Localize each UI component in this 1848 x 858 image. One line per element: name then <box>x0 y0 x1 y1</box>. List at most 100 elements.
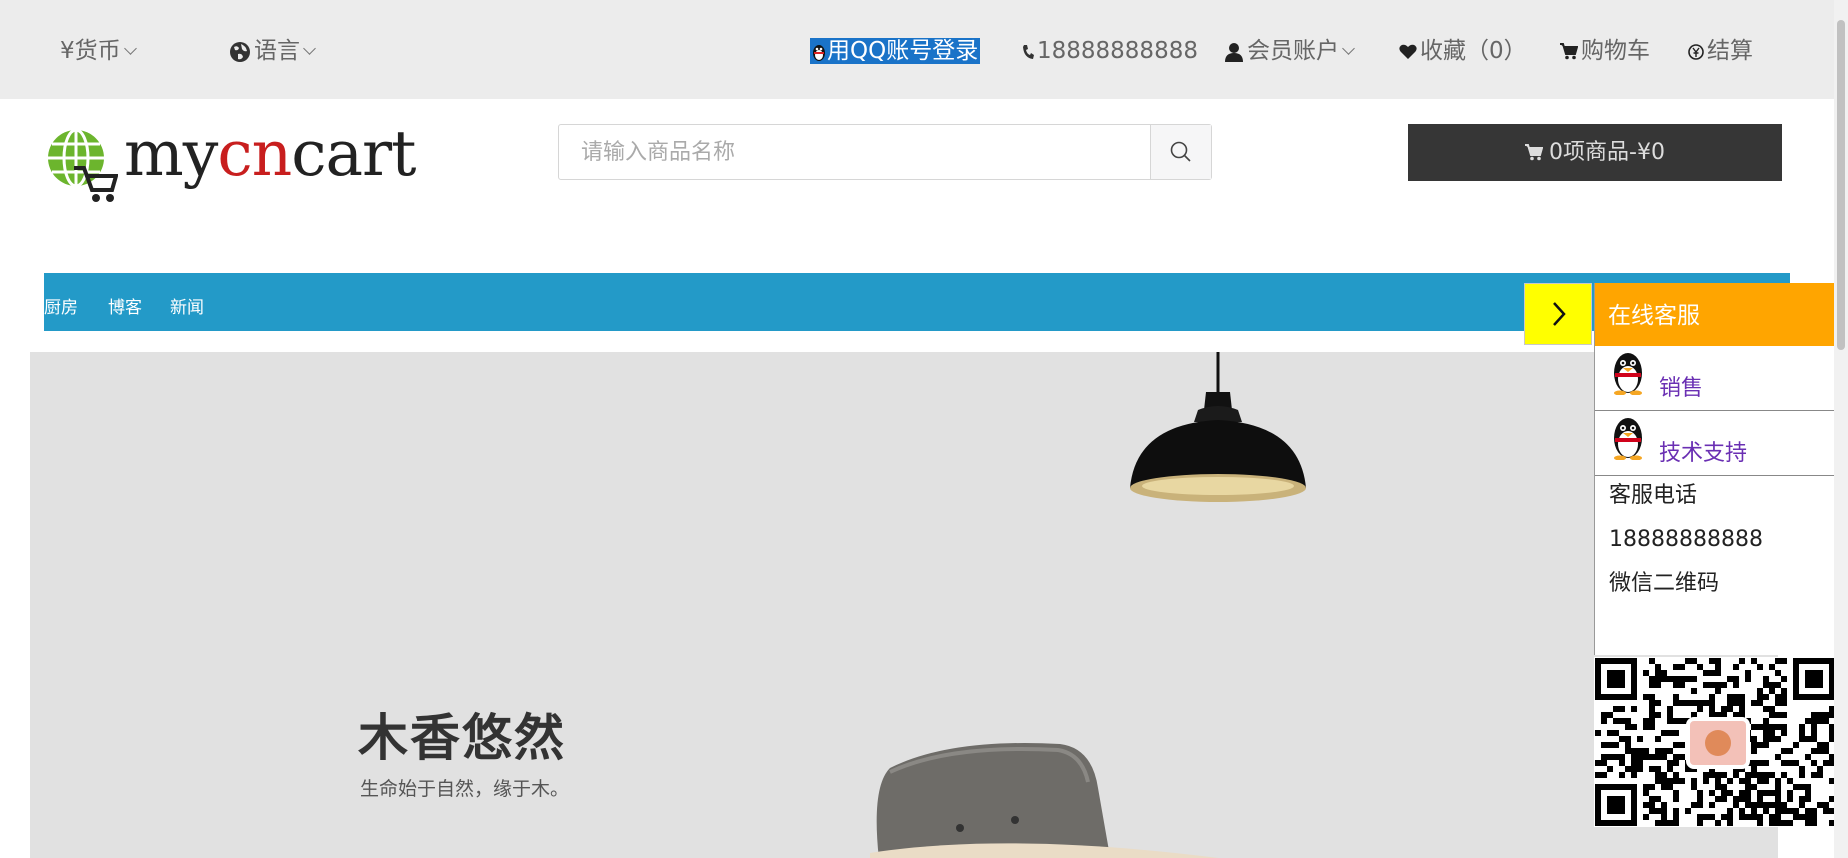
qr-module <box>1769 790 1775 796</box>
qr-module <box>1739 790 1745 796</box>
qr-module <box>1685 808 1691 814</box>
qr-module <box>1661 808 1667 814</box>
search-input[interactable] <box>559 125 1153 179</box>
service-contact-sales[interactable]: 销售 <box>1595 346 1836 411</box>
qr-module <box>1715 796 1721 802</box>
qr-module <box>1607 766 1613 772</box>
qr-module <box>1727 700 1733 706</box>
qr-module <box>1817 772 1823 778</box>
cart-link[interactable]: 购物车 <box>1560 36 1650 66</box>
qr-module <box>1763 730 1769 736</box>
search-button[interactable] <box>1150 125 1211 179</box>
qr-module <box>1811 748 1817 754</box>
qr-module <box>1679 742 1685 748</box>
qr-module <box>1709 694 1715 700</box>
qr-module <box>1739 796 1745 802</box>
hero-banner[interactable]: 木香悠然 生命始于自然，缘于木。 <box>30 352 1778 858</box>
qr-module <box>1823 742 1829 748</box>
service-contact-tech-support[interactable]: 技术支持 <box>1595 411 1836 476</box>
qr-module <box>1661 784 1667 790</box>
nav-item-kitchen[interactable]: 厨房 <box>44 273 78 343</box>
currency-dropdown[interactable]: ¥货币 <box>60 36 137 66</box>
qr-module <box>1805 814 1811 820</box>
scrollbar-thumb[interactable] <box>1837 20 1845 350</box>
qr-module <box>1691 658 1697 664</box>
qr-module <box>1823 748 1829 754</box>
pendant-lamp-image <box>1130 352 1306 502</box>
phone-number: 18888888888 <box>1037 38 1198 64</box>
globe-cart-logo-icon <box>48 128 118 202</box>
qr-module <box>1595 760 1601 766</box>
qr-finder-pattern <box>1607 796 1625 814</box>
qr-module <box>1781 808 1787 814</box>
qr-module <box>1781 694 1787 700</box>
qr-module <box>1757 724 1763 730</box>
phone-link[interactable]: 18888888888 <box>1022 36 1198 66</box>
banner-subtitle: 生命始于自然，缘于木。 <box>360 778 570 800</box>
qr-module <box>1625 748 1631 754</box>
service-panel-toggle[interactable] <box>1524 283 1592 345</box>
qr-module <box>1673 796 1679 802</box>
qr-module <box>1721 784 1727 790</box>
qr-module <box>1751 760 1757 766</box>
qr-module <box>1793 808 1799 814</box>
qr-module <box>1775 712 1781 718</box>
qr-module <box>1685 658 1691 664</box>
qr-module <box>1757 820 1763 826</box>
qr-module <box>1781 748 1787 754</box>
qr-module <box>1643 784 1649 790</box>
shopping-cart-icon <box>1560 43 1578 60</box>
header-cart-button[interactable]: 0项商品-¥0 <box>1408 124 1782 181</box>
qr-module <box>1661 670 1667 676</box>
qr-module <box>1667 778 1673 784</box>
qq-penguin-icon <box>813 44 825 61</box>
qr-module <box>1775 682 1781 688</box>
qr-module <box>1721 814 1727 820</box>
qr-module <box>1703 772 1709 778</box>
qr-module <box>1643 724 1649 730</box>
qr-module <box>1751 814 1757 820</box>
qr-module <box>1805 736 1811 742</box>
account-dropdown[interactable]: 会员账户 <box>1224 36 1355 66</box>
checkout-link[interactable]: 结算 <box>1688 36 1753 66</box>
qr-module <box>1811 712 1817 718</box>
qr-module <box>1631 766 1637 772</box>
qr-module <box>1673 694 1679 700</box>
nav-item-news[interactable]: 新闻 <box>170 273 204 343</box>
qr-module <box>1745 790 1751 796</box>
qq-login-link[interactable]: 用QQ账号登录 <box>810 36 981 66</box>
qr-module <box>1787 790 1793 796</box>
qr-module <box>1769 664 1775 670</box>
qr-module <box>1673 808 1679 814</box>
qr-module <box>1781 700 1787 706</box>
qr-module <box>1787 796 1793 802</box>
qr-module <box>1661 754 1667 760</box>
phone-icon <box>1023 44 1034 59</box>
qr-module <box>1673 790 1679 796</box>
qr-module <box>1799 724 1805 730</box>
nav-item-blog[interactable]: 博客 <box>108 273 142 343</box>
qr-module <box>1631 754 1637 760</box>
page-scrollbar[interactable] <box>1834 0 1848 858</box>
qr-module <box>1769 706 1775 712</box>
qr-module <box>1643 790 1649 796</box>
qr-module <box>1649 808 1655 814</box>
qr-module <box>1697 802 1703 808</box>
language-label: 语言 <box>254 38 300 64</box>
qr-module <box>1709 700 1715 706</box>
qr-module <box>1637 748 1643 754</box>
qr-module <box>1739 808 1745 814</box>
language-dropdown[interactable]: 语言 <box>229 36 316 66</box>
qr-module <box>1799 814 1805 820</box>
qr-module <box>1763 772 1769 778</box>
favorites-link[interactable]: 收藏（0） <box>1399 36 1527 66</box>
site-logo[interactable]: mycncart <box>46 118 416 202</box>
qr-module <box>1781 760 1787 766</box>
qr-module <box>1817 718 1823 724</box>
qr-module <box>1595 730 1601 736</box>
qr-module <box>1673 700 1679 706</box>
qr-module <box>1769 682 1775 688</box>
qr-module <box>1715 670 1721 676</box>
qr-module <box>1769 820 1775 826</box>
qr-module <box>1721 772 1727 778</box>
